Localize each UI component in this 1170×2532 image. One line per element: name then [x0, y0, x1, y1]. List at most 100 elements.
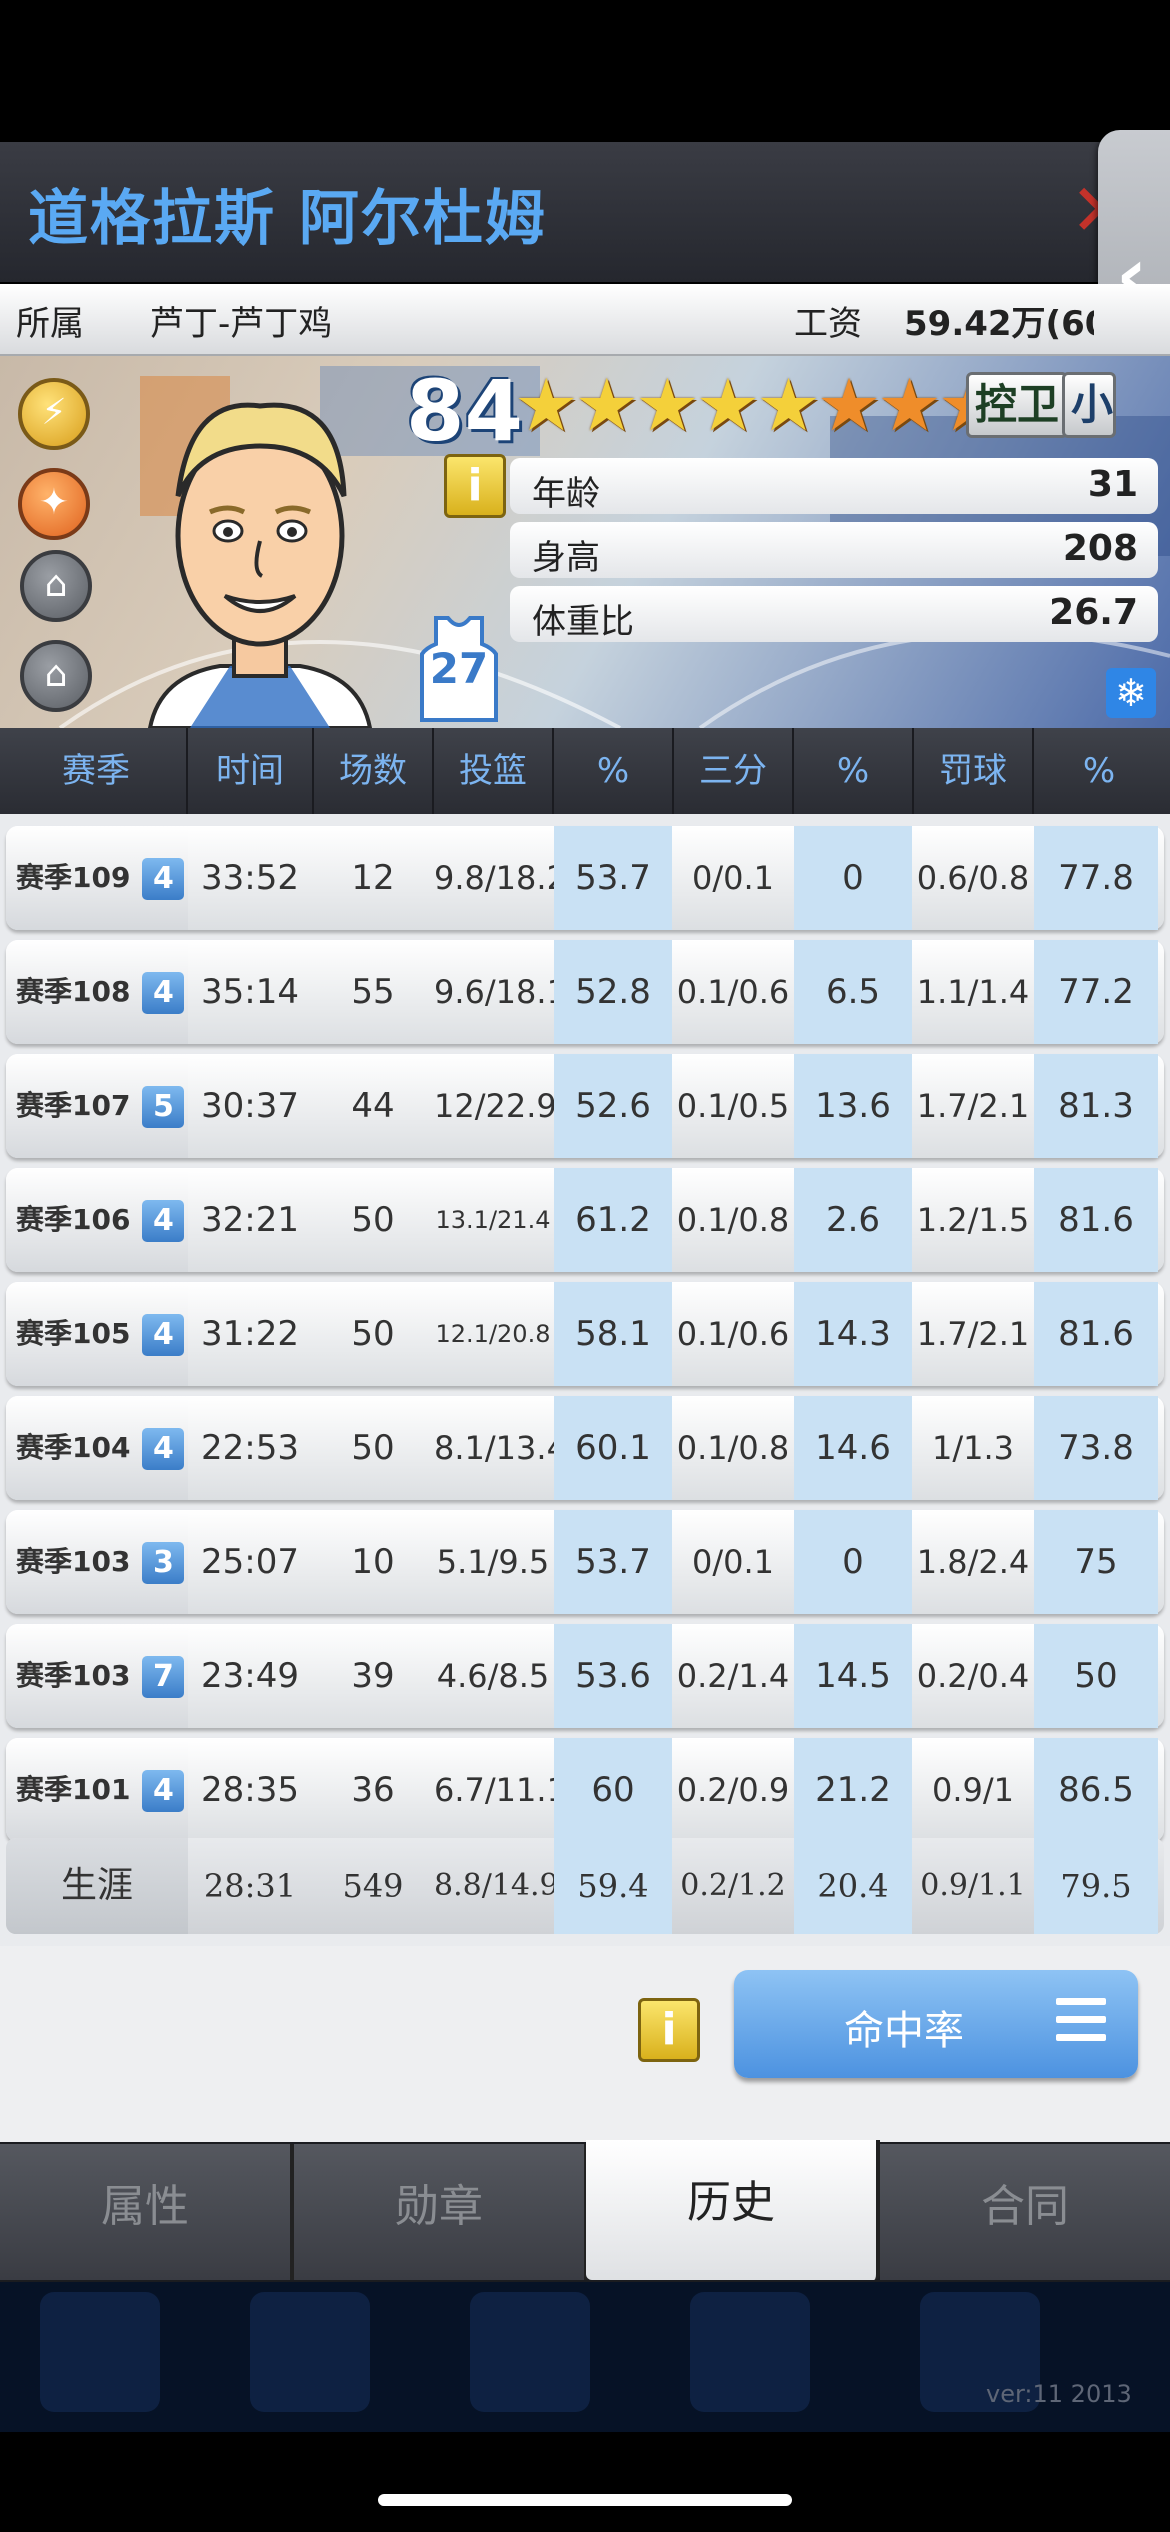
season-label: 赛季101	[16, 1773, 131, 1806]
cell-three: 0.1/0.6	[676, 1315, 790, 1353]
col-header-three[interactable]: 三分	[674, 728, 794, 814]
cell-three-pct: 14.5	[794, 1624, 912, 1728]
cell-ft-pct: 86.5	[1034, 1738, 1158, 1842]
cell-fg: 9.6/18.1	[434, 973, 567, 1011]
cell-fg: 5.1/9.5	[436, 1543, 550, 1581]
yen-icon	[250, 2292, 370, 2412]
tab-medals[interactable]: 勋章	[294, 2144, 588, 2280]
stat-value: 26.7	[1049, 592, 1138, 633]
tab-history[interactable]: 历史	[586, 2140, 880, 2280]
col-header-season[interactable]: 赛季	[6, 728, 188, 814]
cell-ft: 1.7/2.1	[916, 1315, 1030, 1353]
star-icon: ★	[877, 363, 942, 447]
cell-three-pct: 2.6	[794, 1168, 912, 1272]
bottom-nav-background	[0, 2282, 1170, 2432]
cell-three-pct: 14.6	[794, 1396, 912, 1500]
star-rating: ★★★★★★★★	[514, 363, 1002, 447]
col-header-fg-pct[interactable]: %	[554, 728, 674, 814]
cell-time: 22:53	[201, 1428, 299, 1468]
season-label: 赛季106	[16, 1203, 131, 1236]
hit-rate-sort-button[interactable]: 命中率	[734, 1970, 1138, 2078]
col-header-ft[interactable]: 罚球	[914, 728, 1034, 814]
season-label: 赛季103	[16, 1545, 131, 1578]
cell-ft: 1.1/1.4	[916, 973, 1030, 1011]
col-header-time[interactable]: 时间	[188, 728, 314, 814]
cell-fg: 4.6/8.5	[436, 1657, 550, 1695]
table-row[interactable]: 赛季105 4 31:22 50 12.1/20.8 58.1 0.1/0.6 14.3 1.7…	[6, 1282, 1164, 1386]
table-row[interactable]: 赛季109 4 33:52 12 9.8/18.2 53.7 0/0.1 0 0.6/0.8 77…	[6, 826, 1164, 930]
career-games: 549	[342, 1867, 404, 1905]
cell-games: 55	[351, 972, 395, 1012]
position-tag-pg: 控卫	[966, 372, 1069, 438]
cell-fg: 12.1/20.8	[435, 1320, 551, 1348]
cell-fg-pct: 58.1	[554, 1282, 672, 1386]
tab-contract[interactable]: 合同	[880, 2144, 1170, 2280]
team-value: 芦丁-芦丁鸡	[150, 304, 333, 344]
season-cell: 赛季109 4	[6, 826, 188, 930]
locked-badge-slot[interactable]: ⌂	[20, 640, 92, 712]
star-icon: ★	[635, 363, 700, 447]
col-header-three-pct[interactable]: %	[794, 728, 914, 814]
cell-ft-pct: 81.3	[1034, 1054, 1158, 1158]
col-header-ft-pct[interactable]: %	[1034, 728, 1164, 814]
cell-ft: 1/1.3	[931, 1429, 1015, 1467]
star-icon: ★	[574, 363, 640, 447]
player-info-button[interactable]: i	[444, 454, 506, 518]
table-row[interactable]: 赛季103 7 23:49 39 4.6/8.5 53.6 0.2/1.4 14.5 0.2/0…	[6, 1624, 1164, 1728]
cell-ft-pct: 81.6	[1034, 1168, 1158, 1272]
season-label: 赛季103	[16, 1659, 131, 1692]
table-row[interactable]: 赛季101 4 28:35 36 6.7/11.1 60 0.2/0.9 21.2 0.9/1 8…	[6, 1738, 1164, 1842]
menu-icon	[1056, 1998, 1106, 2052]
cell-ft: 1.2/1.5	[916, 1201, 1030, 1239]
cell-three: 0.2/1.4	[676, 1657, 790, 1695]
cell-three-pct: 21.2	[794, 1738, 912, 1842]
cell-time: 25:07	[201, 1542, 299, 1582]
cell-games: 50	[351, 1314, 395, 1354]
stat-age: 年龄 31	[510, 458, 1158, 514]
cell-three-pct: 13.6	[794, 1054, 912, 1158]
season-cell: 赛季101 4	[6, 1738, 188, 1842]
cell-fg-pct: 60.1	[554, 1396, 672, 1500]
table-row[interactable]: 赛季107 5 30:37 44 12/22.9 52.6 0.1/0.5 13.6 1.7/2…	[6, 1054, 1164, 1158]
season-cell: 赛季107 5	[6, 1054, 188, 1158]
career-time: 28:31	[203, 1867, 297, 1905]
help-info-button[interactable]: i	[638, 1998, 700, 2062]
medal-badge-orange[interactable]: ✦	[18, 468, 90, 540]
league-tier-badge: 3	[142, 1542, 185, 1584]
cell-three-pct: 6.5	[794, 940, 912, 1044]
cell-time: 33:52	[201, 858, 299, 898]
season-cell: 赛季103 7	[6, 1624, 188, 1728]
cell-fg-pct: 53.7	[554, 1510, 672, 1614]
home-indicator[interactable]	[378, 2494, 792, 2506]
col-header-fg[interactable]: 投篮	[434, 728, 554, 814]
cell-games: 10	[351, 1542, 395, 1582]
table-row[interactable]: 赛季104 4 22:53 50 8.1/13.4 60.1 0.1/0.8 14.6 1/1.…	[6, 1396, 1164, 1500]
cell-fg: 6.7/11.1	[434, 1771, 567, 1809]
position-tag-sf: 小	[1062, 372, 1116, 438]
league-tier-badge: 7	[142, 1656, 185, 1698]
cell-games: 44	[351, 1086, 395, 1126]
cell-three: 0.1/0.8	[676, 1201, 790, 1239]
cell-ft-pct: 77.8	[1034, 826, 1158, 930]
cell-three: 0/0.1	[691, 1543, 775, 1581]
medal-badge-gold[interactable]: ⚡	[18, 378, 90, 450]
cell-ft: 0.2/0.4	[916, 1657, 1030, 1695]
locked-badge-slot[interactable]: ⌂	[20, 550, 92, 622]
cell-time: 30:37	[201, 1086, 299, 1126]
stats-table-header: 赛季 时间 场数 投篮 % 三分 % 罚球 %	[0, 728, 1170, 814]
league-tier-badge: 4	[142, 972, 185, 1014]
col-header-games[interactable]: 场数	[314, 728, 434, 814]
season-label: 赛季104	[16, 1431, 131, 1464]
table-row[interactable]: 赛季103 3 25:07 10 5.1/9.5 53.7 0/0.1 0 1.8/2.4 75	[6, 1510, 1164, 1614]
cell-fg: 8.1/13.4	[434, 1429, 567, 1467]
tab-attributes[interactable]: 属性	[0, 2144, 294, 2280]
cell-ft-pct: 77.2	[1034, 940, 1158, 1044]
cell-ft-pct: 75	[1034, 1510, 1158, 1614]
stat-label: 年龄	[532, 474, 600, 514]
table-row[interactable]: 赛季106 4 32:21 50 13.1/21.4 61.2 0.1/0.8 2.6 1.2/…	[6, 1168, 1164, 1272]
snowflake-icon[interactable]: ❄	[1106, 668, 1156, 718]
table-row[interactable]: 赛季108 4 35:14 55 9.6/18.1 52.8 0.1/0.6 6.5 1.1/1…	[6, 940, 1164, 1044]
stat-label: 体重比	[532, 602, 634, 642]
star-icon: ★	[695, 363, 761, 447]
cell-games: 36	[351, 1770, 395, 1810]
